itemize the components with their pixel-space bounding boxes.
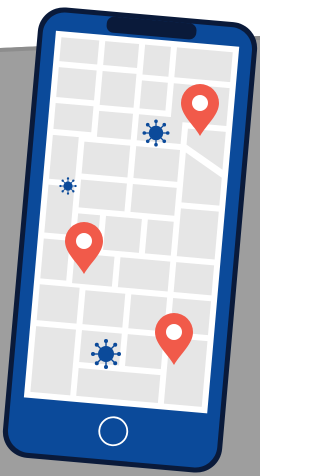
virus-icon <box>141 118 171 148</box>
virus-icon <box>58 176 78 196</box>
virus-icon <box>90 338 122 370</box>
illustration-stage <box>0 0 260 476</box>
smartphone <box>2 7 258 473</box>
phone-map-illustration <box>0 0 260 476</box>
